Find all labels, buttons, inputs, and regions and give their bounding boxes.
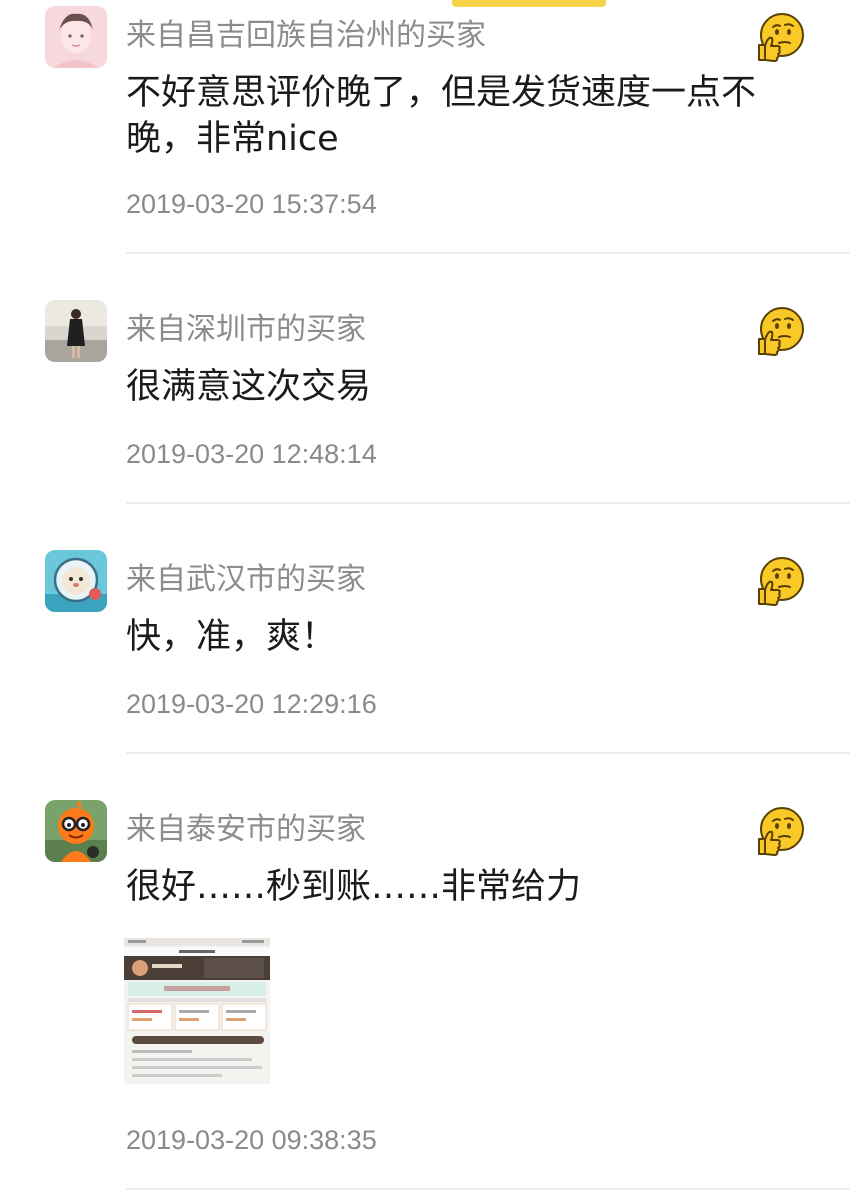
avatar[interactable] (45, 800, 107, 862)
divider (126, 1188, 850, 1190)
thinking-face-icon[interactable] (754, 806, 806, 858)
divider (126, 752, 850, 754)
review-item: 来自泰安市的买家 很好……秒到账……非常给力 2019-03-20 09:38:… (0, 800, 850, 1202)
review-comment: 不好意思评价晚了，但是发货速度一点不晚，非常nice (126, 73, 757, 159)
review-timestamp: 2019-03-20 09:38:35 (126, 1125, 377, 1155)
thinking-face-icon[interactable] (754, 556, 806, 608)
buyer-location: 来自深圳市的买家 (126, 312, 366, 347)
review-comment: 快，准，爽！ (126, 617, 337, 657)
thinking-face-icon[interactable] (754, 12, 806, 64)
buyer-location: 来自武汉市的买家 (126, 562, 366, 597)
review-photo-thumbnail[interactable] (124, 938, 270, 1084)
review-item: 来自深圳市的买家 很满意这次交易 2019-03-20 12:48:14 (0, 300, 850, 510)
buyer-location: 来自泰安市的买家 (126, 812, 366, 847)
review-item: 来自武汉市的买家 快，准，爽！ 2019-03-20 12:29:16 (0, 550, 850, 760)
review-timestamp: 2019-03-20 15:37:54 (126, 189, 377, 219)
review-comment: 很满意这次交易 (126, 367, 372, 407)
divider (126, 252, 850, 254)
buyer-location: 来自昌吉回族自治州的买家 (126, 18, 486, 53)
avatar[interactable] (45, 300, 107, 362)
review-timestamp: 2019-03-20 12:48:14 (126, 439, 377, 469)
avatar[interactable] (45, 6, 107, 68)
thinking-face-icon[interactable] (754, 306, 806, 358)
review-timestamp: 2019-03-20 12:29:16 (126, 689, 377, 719)
avatar[interactable] (45, 550, 107, 612)
review-comment: 很好……秒到账……非常给力 (126, 867, 582, 907)
review-item: 来自昌吉回族自治州的买家 不好意思评价晚了，但是发货速度一点不晚，非常nice … (0, 6, 850, 256)
divider (126, 502, 850, 504)
